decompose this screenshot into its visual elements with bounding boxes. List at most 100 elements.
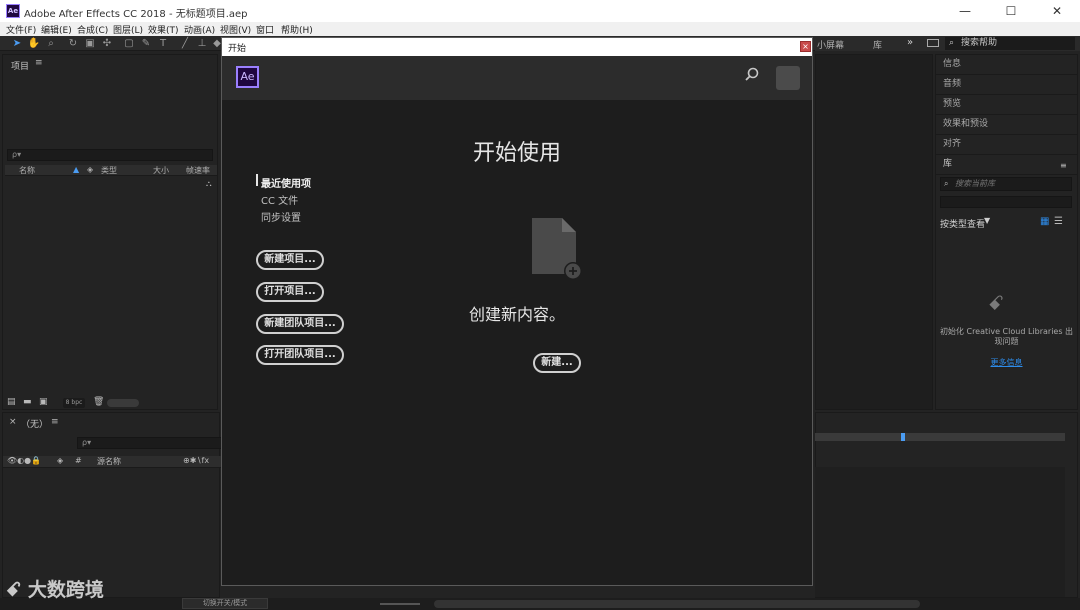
playhead-marker[interactable] <box>901 433 905 441</box>
col-type[interactable]: 类型 <box>101 165 117 176</box>
type-tool-icon[interactable]: T <box>156 37 170 50</box>
switches-icons[interactable]: ⊕✱∖fx <box>183 456 209 465</box>
project-panel-title[interactable]: 项目 <box>11 59 29 72</box>
sort-asc-icon[interactable]: ▲ <box>73 165 79 174</box>
nav-selected-indicator <box>256 174 258 186</box>
panel-preview[interactable]: 预览 <box>936 95 1077 115</box>
watermark: ꗃ 大数跨境 <box>6 575 104 605</box>
panel-align[interactable]: 对齐 <box>936 135 1077 155</box>
col-fps[interactable]: 帧速率 <box>186 165 210 176</box>
nav-sync-settings[interactable]: 同步设置 <box>261 209 301 224</box>
visibility-icons[interactable]: 👁◐●🔒 <box>7 456 41 465</box>
hand-tool-icon[interactable]: ✋ <box>27 37 41 50</box>
list-view-icon[interactable]: ☰ <box>1054 216 1063 227</box>
brush-tool-icon[interactable]: ╱ <box>178 37 192 50</box>
view-by-type-dropdown[interactable]: 按类型查看 <box>940 217 985 230</box>
pan-behind-tool-icon[interactable]: ✣ <box>100 37 114 50</box>
bpc-button[interactable]: 8 bpc <box>63 398 85 408</box>
watermark-text: 大数跨境 <box>27 579 104 601</box>
workspace-menu-icon[interactable] <box>927 39 939 47</box>
rotate-tool-icon[interactable]: ↻ <box>66 37 80 50</box>
workspace-small-screen[interactable]: 小屏幕 <box>817 38 844 51</box>
maximize-button[interactable]: ☐ <box>988 0 1034 22</box>
menu-file[interactable]: 文件(F) <box>6 23 36 36</box>
menu-help[interactable]: 帮助(H) <box>281 23 313 36</box>
timeline-panel: × （无） ≡ ρ▾ 👁◐●🔒 ◈ # 源名称 ⊕✱∖fx <box>2 412 223 598</box>
col-size[interactable]: 大小 <box>153 165 169 176</box>
window-titlebar: Ae Adobe After Effects CC 2018 - 无标题项目.a… <box>0 0 1080 22</box>
interpret-footage-icon[interactable]: ▤ <box>7 397 16 407</box>
panel-library[interactable]: 库 <box>936 155 1077 175</box>
work-area-bar[interactable] <box>815 433 1065 441</box>
nav-cc-files[interactable]: CC 文件 <box>261 192 298 207</box>
ae-app-icon: Ae <box>6 4 20 18</box>
label-tag-icon[interactable]: ◈ <box>87 165 93 174</box>
open-team-project-button[interactable]: 打开团队项目... <box>256 345 344 365</box>
menu-effect[interactable]: 效果(T) <box>148 23 179 36</box>
panel-audio[interactable]: 音频 <box>936 75 1077 95</box>
timeline-scrollbar[interactable] <box>434 600 920 608</box>
new-button[interactable]: 新建... <box>533 353 581 373</box>
zoom-slider[interactable] <box>380 603 420 605</box>
timeline-menu-icon[interactable]: ≡ <box>51 417 59 427</box>
new-document-icon <box>530 218 582 282</box>
nav-recent[interactable]: 最近使用项 <box>261 175 311 190</box>
workspace-library[interactable]: 库 <box>873 38 882 51</box>
new-composition-icon[interactable]: ▣ <box>39 397 48 407</box>
search-icon[interactable] <box>744 67 762 85</box>
close-dialog-button[interactable]: × <box>800 41 811 52</box>
start-heading: 开始使用 <box>472 141 561 166</box>
close-tab-icon[interactable]: × <box>9 417 17 427</box>
zoom-tool-icon[interactable]: ⌕ <box>44 37 58 50</box>
composition-viewer <box>815 54 933 410</box>
status-bar: 切换开关/模式 <box>0 598 1080 610</box>
new-project-button[interactable]: 新建项目... <box>256 250 324 270</box>
trash-icon[interactable]: 🗑 <box>93 397 104 407</box>
menu-window[interactable]: 窗口 <box>256 23 274 36</box>
pen-tool-icon[interactable]: ✎ <box>139 37 153 50</box>
clone-stamp-tool-icon[interactable]: ⊥ <box>195 37 209 50</box>
library-menu-icon[interactable]: ≡ <box>1060 161 1067 170</box>
user-avatar[interactable] <box>776 66 800 90</box>
cloud-libraries-icon: ꗃ <box>988 291 1004 315</box>
panel-menu-icon[interactable]: ≡ <box>35 58 43 68</box>
start-dialog: 开始 × Ae 开始使用 最近使用项 CC 文件 同步设置 新建项目... 打开… <box>221 37 813 586</box>
camera-tool-icon[interactable]: ▣ <box>83 37 97 50</box>
menu-layer[interactable]: 图层(L) <box>113 23 143 36</box>
more-info-link[interactable]: 更多信息 <box>938 357 1075 368</box>
selection-tool-icon[interactable]: ➤ <box>10 37 24 50</box>
grid-view-icon[interactable]: ▦ <box>1040 216 1049 227</box>
project-column-header: 名称 ▲ ◈ 类型 大小 帧速率 <box>5 165 217 176</box>
toggle-switches-button[interactable]: 切换开关/模式 <box>182 598 268 609</box>
col-name[interactable]: 名称 <box>19 165 35 176</box>
close-window-button[interactable]: ✕ <box>1034 0 1080 22</box>
menu-animation[interactable]: 动画(A) <box>184 23 215 36</box>
timeline-search-input[interactable]: ρ▾ <box>77 437 223 449</box>
right-panel-stack: 信息 音频 预览 效果和预设 对齐 库 ≡ 搜索当前库 ⌕ 按类型查看 ▼ ▦ … <box>935 54 1078 410</box>
library-select[interactable] <box>940 196 1072 208</box>
create-new-content-text: 创建新内容。 <box>468 305 565 324</box>
project-panel: 项目 ≡ ρ▾ 名称 ▲ ◈ 类型 大小 帧速率 ⛬ ▤ ▬ ▣ 8 bpc 🗑 <box>2 54 218 410</box>
library-search-input[interactable]: 搜索当前库 <box>940 177 1072 191</box>
col-source-name[interactable]: 源名称 <box>97 456 121 467</box>
thumbnail-slider[interactable] <box>107 399 139 407</box>
library-error-message: 初始化 Creative Cloud Libraries 出现问题 <box>939 327 1074 346</box>
panel-effects-presets[interactable]: 效果和预设 <box>936 115 1077 135</box>
menu-edit[interactable]: 编辑(E) <box>41 23 72 36</box>
menu-view[interactable]: 视图(V) <box>220 23 251 36</box>
open-project-button[interactable]: 打开项目... <box>256 282 324 302</box>
menu-bar: 文件(F) 编辑(E) 合成(C) 图层(L) 效果(T) 动画(A) 视图(V… <box>0 22 1080 36</box>
col-number[interactable]: # <box>75 456 82 465</box>
workspace-more-icon[interactable]: » <box>907 37 913 48</box>
menu-composition[interactable]: 合成(C) <box>77 23 108 36</box>
search-help-input[interactable]: ⌕ 搜索帮助 <box>945 37 1075 50</box>
label-icon[interactable]: ◈ <box>57 456 63 465</box>
timeline-title[interactable]: （无） <box>21 417 48 430</box>
panel-info[interactable]: 信息 <box>936 55 1077 75</box>
rectangle-tool-icon[interactable]: ▢ <box>122 37 136 50</box>
new-folder-icon[interactable]: ▬ <box>23 397 32 407</box>
minimize-button[interactable]: — <box>942 0 988 22</box>
project-search-input[interactable]: ρ▾ <box>7 149 213 161</box>
ae-logo: Ae <box>236 66 259 88</box>
flowchart-icon[interactable]: ⛬ <box>206 179 212 189</box>
